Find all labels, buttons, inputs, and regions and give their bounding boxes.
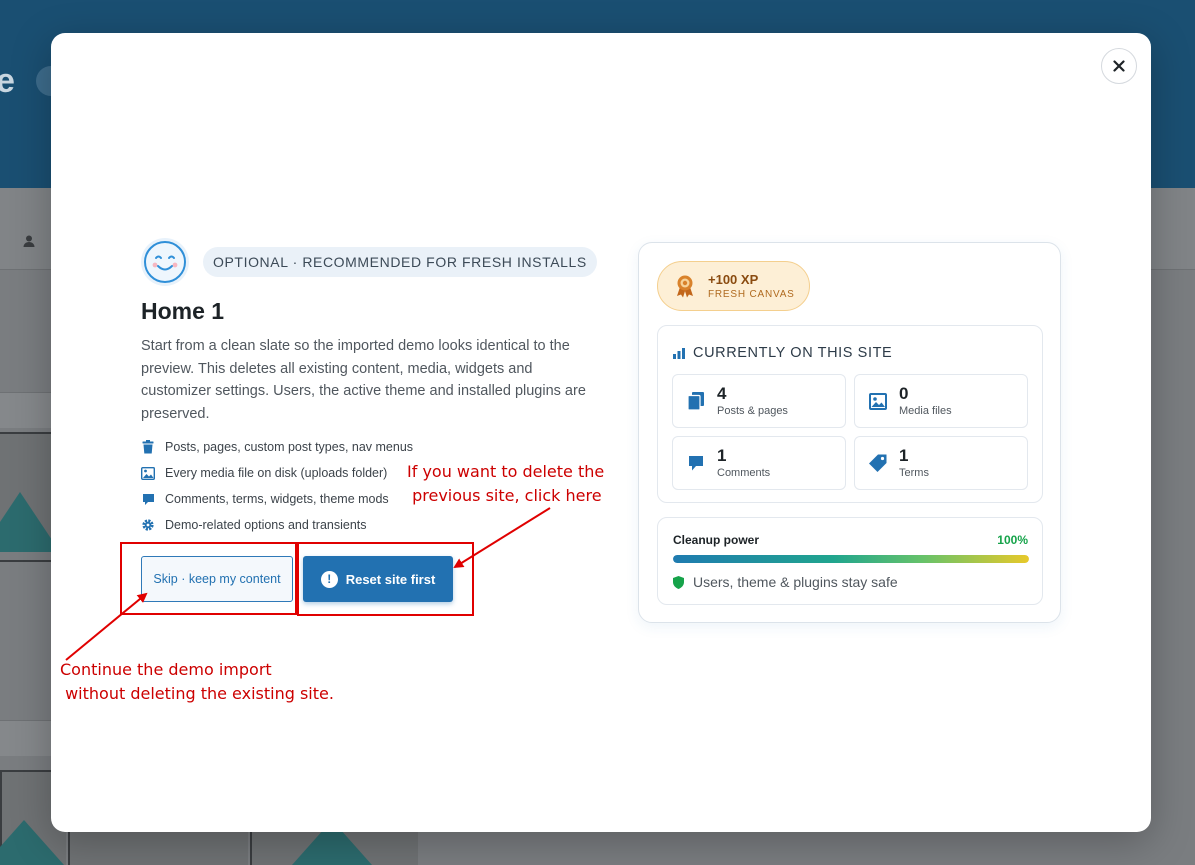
background-user-icon [22, 234, 36, 251]
stats-title: CURRENTLY ON THIS SITE [693, 345, 893, 361]
xp-amount: +100 XP [708, 272, 759, 287]
cleanup-power-box: Cleanup power 100% Users, theme & plugin… [657, 517, 1043, 605]
annotation-right-note: If you want to delete the previous site,… [407, 462, 605, 505]
background-row [0, 720, 52, 756]
background-row [0, 392, 52, 428]
stat-value: 4 [717, 384, 727, 403]
stat-posts-pages: 4 Posts & pages [672, 374, 846, 428]
stat-label: Posts & pages [717, 405, 788, 417]
comment-icon [687, 454, 705, 472]
background-title-fragment: e [0, 62, 15, 100]
list-item: Demo-related options and transients [141, 512, 611, 538]
stat-value: 1 [899, 446, 909, 465]
xp-badge: +100 XP FRESH CANVAS [657, 261, 810, 311]
list-item-label: Demo-related options and transients [165, 518, 367, 532]
reset-site-modal: OPTIONAL · RECOMMENDED FOR FRESH INSTALL… [51, 33, 1151, 832]
list-item: Posts, pages, custom post types, nav men… [141, 434, 611, 460]
site-stats-box: CURRENTLY ON THIS SITE 4 Posts & pages 0… [657, 325, 1043, 503]
smiley-icon [141, 238, 189, 286]
stat-terms: 1 Terms [854, 436, 1028, 490]
modal-description: Start from a clean slate so the imported… [141, 338, 586, 422]
trash-icon [141, 440, 155, 454]
stat-value: 0 [899, 384, 909, 403]
cleanup-power-label: Cleanup power [673, 533, 760, 547]
stat-label: Terms [899, 467, 929, 479]
list-item-label: Comments, terms, widgets, theme mods [165, 492, 389, 506]
media-icon [869, 392, 887, 410]
safety-note-text: Users, theme & plugins stay safe [693, 574, 898, 590]
stat-value: 1 [717, 446, 727, 465]
xp-caption: FRESH CANVAS [708, 289, 795, 300]
modal-title: Home 1 [141, 298, 225, 324]
cleanup-power-percent: 100% [997, 533, 1028, 547]
background-card [0, 560, 52, 670]
close-icon [1113, 60, 1125, 72]
comment-icon [141, 492, 155, 506]
bar-chart-icon [673, 347, 685, 359]
cleanup-power-fill [673, 555, 1029, 563]
annotation-left-note: Continue the demo import without deletin… [60, 660, 334, 703]
pages-icon [687, 392, 705, 410]
safety-note: Users, theme & plugins stay safe [673, 574, 898, 590]
close-button[interactable] [1101, 48, 1137, 84]
tag-icon [869, 454, 887, 472]
stat-label: Comments [717, 467, 771, 479]
award-ribbon-icon [677, 275, 693, 298]
annotation-box-skip [120, 542, 297, 615]
list-item-label: Every media file on disk (uploads folder… [165, 466, 388, 480]
site-summary-panel: +100 XP FRESH CANVAS CURRENTLY ON THIS S… [638, 242, 1061, 623]
stat-comments: 1 Comments [672, 436, 846, 490]
stat-media-files: 0 Media files [854, 374, 1028, 428]
optional-badge: OPTIONAL · RECOMMENDED FOR FRESH INSTALL… [203, 247, 597, 277]
stat-label: Media files [899, 405, 952, 417]
badge-row: OPTIONAL · RECOMMENDED FOR FRESH INSTALL… [141, 238, 611, 286]
shield-icon [673, 575, 684, 589]
gear-icon [141, 518, 155, 532]
cleanup-power-bar [673, 555, 1029, 563]
stats-header: CURRENTLY ON THIS SITE [673, 345, 892, 361]
annotation-box-reset [297, 542, 474, 616]
background-card [0, 432, 60, 552]
image-icon [141, 466, 155, 480]
list-item-label: Posts, pages, custom post types, nav men… [165, 440, 414, 454]
